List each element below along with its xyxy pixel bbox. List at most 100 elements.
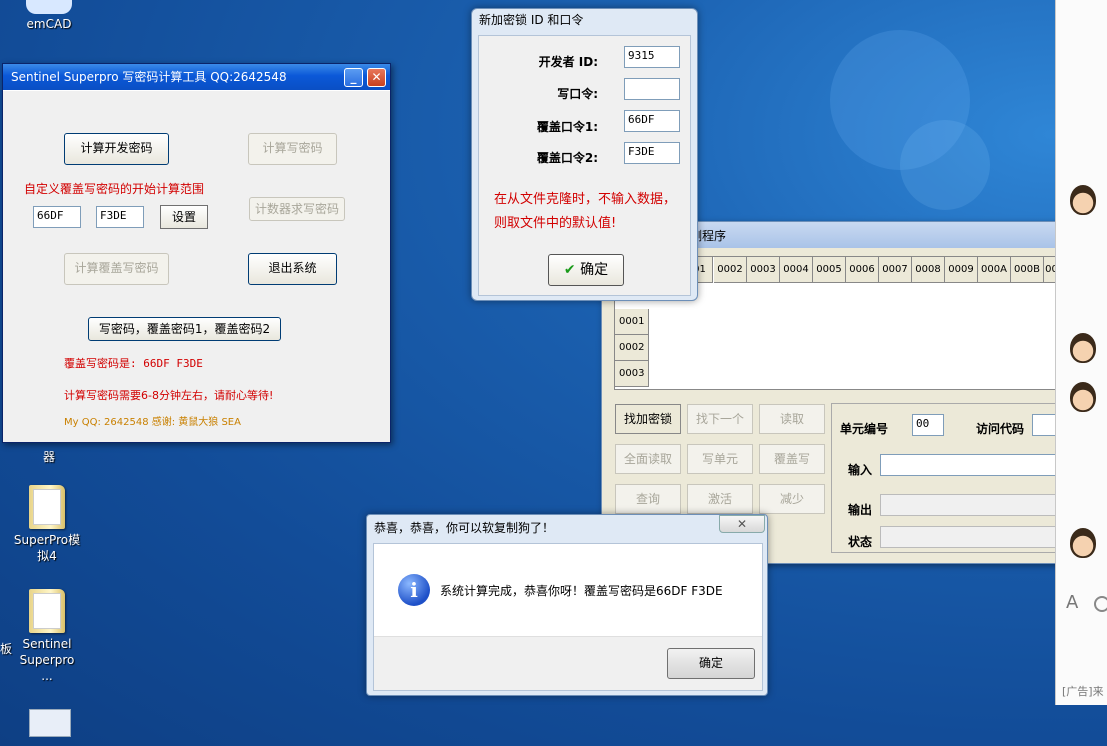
detector-button[interactable]: 找加密锁 xyxy=(615,404,681,434)
output-label: 输出 xyxy=(848,503,873,517)
add-key-ok-button[interactable]: ✔ 确定 xyxy=(548,254,624,286)
credits-text: My QQ: 2642548 感谢: 黄鼠大狼 SEA xyxy=(64,417,241,428)
grid-column-header: 0008 xyxy=(912,257,945,283)
ad-text: [广告]来 xyxy=(1062,685,1104,698)
desktop-icon-superpro[interactable]: SuperPro模拟4 xyxy=(12,485,82,564)
calc-window-title: Sentinel Superpro 写密码计算工具 QQ:2642548 xyxy=(11,70,287,84)
desktop: { "desktop": { "icons": [ {"label": "emC… xyxy=(0,0,1107,746)
folder-icon xyxy=(29,589,65,633)
folder-icon xyxy=(29,485,65,529)
desktop-icon-emcad[interactable]: emCAD xyxy=(14,0,84,32)
emoji-icon[interactable] xyxy=(1094,596,1107,612)
calc-window-titlebar[interactable]: Sentinel Superpro 写密码计算工具 QQ:2642548 xyxy=(3,64,390,90)
grid-column-header: 0005 xyxy=(813,257,846,283)
avatar[interactable] xyxy=(1070,185,1096,215)
calc-window-body: 计算开发密码 计算写密码 自定义覆盖写密码的开始计算范围 66DF F3DE 设… xyxy=(3,90,390,442)
grid-row-header: 0001 xyxy=(615,309,649,335)
calc-window: Sentinel Superpro 写密码计算工具 QQ:2642548 _ ✕… xyxy=(2,63,391,443)
unit-number-label: 单元编号 xyxy=(840,422,889,436)
developer-id-field[interactable]: 9315 xyxy=(624,46,680,68)
status-label: 状态 xyxy=(848,535,873,549)
calc-dev-password-button[interactable]: 计算开发密码 xyxy=(64,133,169,165)
network-icon[interactable] xyxy=(29,709,71,737)
desktop-icon-label: 板 xyxy=(0,642,13,656)
detector-button[interactable]: 查询 xyxy=(615,484,681,514)
clone-note-line1: 在从文件克隆时，不输入数据， xyxy=(494,192,677,207)
detector-button[interactable]: 全面读取 xyxy=(615,444,681,474)
clone-note-line2: 则取文件中的默认值! xyxy=(494,216,617,231)
ok-button-label: 确定 xyxy=(580,262,609,278)
chat-side-panel: A [广告]来 xyxy=(1055,0,1107,705)
desktop-icon-partial[interactable]: 器 xyxy=(14,449,84,465)
grid-column-header: 0006 xyxy=(846,257,879,283)
detector-info-panel: 单元编号 00 访问代码 输入 输出 状态 xyxy=(831,403,1062,553)
success-dialog-body: i 系统计算完成，恭喜你呀！覆盖写密码是66DF F3DE 确定 xyxy=(373,543,763,691)
write-password-label: 写口令: xyxy=(557,87,598,101)
set-button[interactable]: 设置 xyxy=(160,205,208,229)
avatar[interactable] xyxy=(1070,528,1096,558)
success-dialog-titlebar[interactable]: 恭喜，恭喜，你可以软复制狗了！ xyxy=(367,515,767,541)
custom-range-label: 自定义覆盖写密码的开始计算范围 xyxy=(24,182,205,196)
success-message: 系统计算完成，恭喜你呀！覆盖写密码是66DF F3DE xyxy=(440,584,723,598)
desktop-icon-label: emCAD xyxy=(26,17,72,31)
overwrite-password2-label: 覆盖口令2: xyxy=(536,151,598,165)
grid-column-header: 0007 xyxy=(879,257,912,283)
output-field xyxy=(880,494,1062,516)
detector-button[interactable]: 找下一个 xyxy=(687,404,753,434)
input-label: 输入 xyxy=(848,463,873,477)
info-icon: i xyxy=(398,574,430,606)
avatar[interactable] xyxy=(1070,333,1096,363)
developer-id-label: 开发者 ID: xyxy=(538,55,598,69)
add-key-dialog-body: 开发者 ID: 9315 写口令: 覆盖口令1: 66DF 覆盖口令2: F3D… xyxy=(478,35,691,296)
access-code-label: 访问代码 xyxy=(976,422,1025,436)
success-dialog-footer: 确定 xyxy=(374,636,762,690)
grid-column-header: 0002 xyxy=(714,257,747,283)
font-icon[interactable]: A xyxy=(1066,592,1078,613)
desktop-icon-sentinel[interactable]: Sentinel Superpro ... xyxy=(12,589,82,684)
status-field xyxy=(880,526,1062,548)
detector-button[interactable]: 覆盖写 xyxy=(759,444,825,474)
overwrite-password1-field[interactable]: 66DF xyxy=(624,110,680,132)
success-dialog-title: 恭喜，恭喜，你可以软复制狗了！ xyxy=(374,521,555,535)
grid-column-header: 0004 xyxy=(780,257,813,283)
minimize-icon[interactable]: _ xyxy=(344,68,363,87)
grid-column-header: 000B xyxy=(1011,257,1044,283)
write-all-passwords-button[interactable]: 写密码，覆盖密码1，覆盖密码2 xyxy=(88,317,281,341)
counter-write-password-button[interactable]: 计数器求写密码 xyxy=(249,197,345,221)
detector-button[interactable]: 减少 xyxy=(759,484,825,514)
overwrite-result-text: 覆盖写密码是: 66DF F3DE xyxy=(64,357,203,370)
desktop-icon-label: SuperPro模拟4 xyxy=(13,533,81,563)
cad-icon xyxy=(26,0,72,14)
success-dialog: 恭喜，恭喜，你可以软复制狗了！ ✕ i 系统计算完成，恭喜你呀！覆盖写密码是66… xyxy=(366,514,768,696)
detector-button[interactable]: 写单元 xyxy=(687,444,753,474)
range-start-field-2[interactable]: F3DE xyxy=(96,206,144,228)
unit-number-field[interactable]: 00 xyxy=(912,414,944,436)
detector-button[interactable]: 读取 xyxy=(759,404,825,434)
range-start-field-1[interactable]: 66DF xyxy=(33,206,81,228)
background-decoration xyxy=(900,120,990,210)
grid-column-header: 0009 xyxy=(945,257,978,283)
grid-column-header: 000A xyxy=(978,257,1011,283)
close-icon[interactable]: ✕ xyxy=(367,68,386,87)
exit-system-button[interactable]: 退出系统 xyxy=(248,253,337,285)
desktop-icon-label: Sentinel Superpro ... xyxy=(19,637,75,683)
overwrite-password1-label: 覆盖口令1: xyxy=(536,120,598,134)
avatar[interactable] xyxy=(1070,382,1096,412)
overwrite-password2-field[interactable]: F3DE xyxy=(624,142,680,164)
grid-row-header: 0003 xyxy=(615,361,649,387)
add-key-dialog: 新加密锁 ID 和口令 开发者 ID: 9315 写口令: 覆盖口令1: 66D… xyxy=(471,8,698,301)
grid-row-header: 0002 xyxy=(615,335,649,361)
grid-column-header: 0003 xyxy=(747,257,780,283)
write-password-field[interactable] xyxy=(624,78,680,100)
detector-button[interactable]: 激活 xyxy=(687,484,753,514)
success-ok-button[interactable]: 确定 xyxy=(667,648,755,679)
add-key-dialog-title: 新加密锁 ID 和口令 xyxy=(479,13,584,27)
input-field[interactable] xyxy=(880,454,1062,476)
checkmark-icon: ✔ xyxy=(563,262,576,278)
wait-note-text: 计算写密码需要6-8分钟左右，请耐心等待! xyxy=(64,389,274,402)
calc-overwrite-password-button[interactable]: 计算覆盖写密码 xyxy=(64,253,169,285)
calc-write-password-button[interactable]: 计算写密码 xyxy=(248,133,337,165)
desktop-icon-label: 器 xyxy=(42,450,55,464)
add-key-dialog-titlebar[interactable]: 新加密锁 ID 和口令 xyxy=(472,9,697,31)
close-icon[interactable]: ✕ xyxy=(719,515,765,533)
